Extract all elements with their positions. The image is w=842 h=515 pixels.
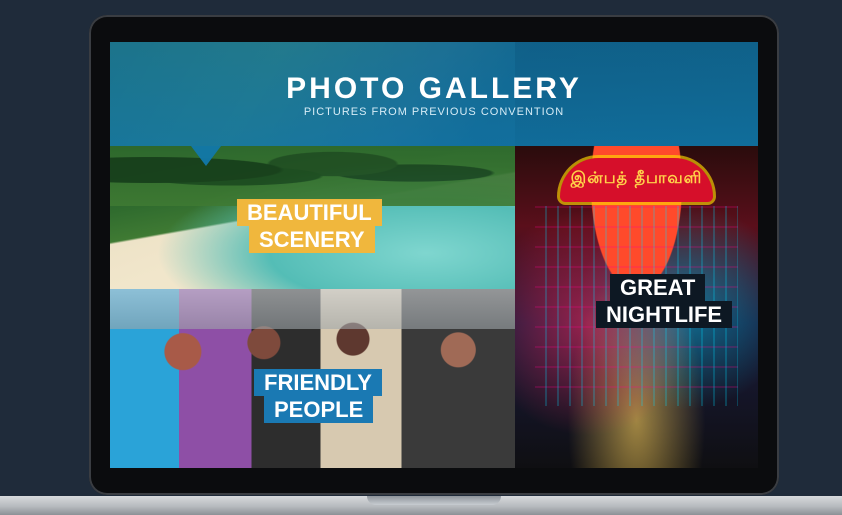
laptop-notch	[367, 496, 501, 505]
label-line: NIGHTLIFE	[596, 301, 733, 328]
festival-sign-text: இன்பத் தீபாவளி	[570, 168, 703, 187]
page-title: PHOTO GALLERY	[286, 72, 582, 105]
label-line: SCENERY	[249, 226, 375, 253]
label-line: FRIENDLY	[254, 369, 382, 396]
label-beautiful-scenery: BEAUTIFUL SCENERY	[237, 199, 382, 253]
label-line: GREAT	[610, 274, 706, 301]
laptop-screen: PHOTO GALLERY PICTURES FROM PREVIOUS CON…	[110, 42, 758, 468]
gallery-header: PHOTO GALLERY PICTURES FROM PREVIOUS CON…	[110, 42, 758, 146]
festival-sign: இன்பத் தீபாவளி	[560, 158, 713, 202]
label-great-nightlife: GREAT NIGHTLIFE	[596, 274, 733, 328]
label-line: PEOPLE	[264, 396, 374, 423]
palm-trees	[110, 146, 515, 206]
label-friendly-people: FRIENDLY PEOPLE	[254, 369, 382, 423]
page-subtitle: PICTURES FROM PREVIOUS CONVENTION	[303, 106, 565, 118]
header-pointer	[191, 146, 221, 166]
label-line: BEAUTIFUL	[237, 199, 382, 226]
